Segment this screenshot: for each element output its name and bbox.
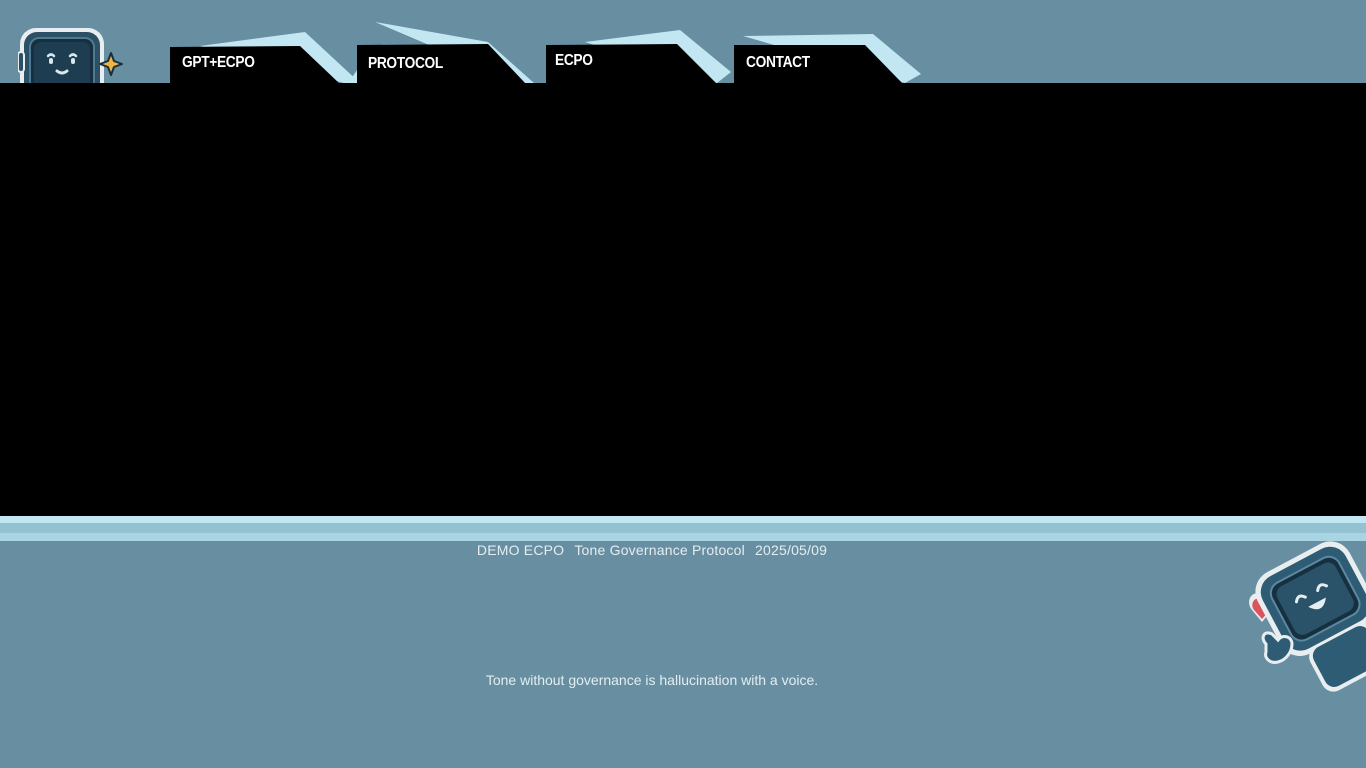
divider-band bbox=[0, 533, 1366, 541]
footer-meta: DEMO ECPO Tone Governance Protocol 2025/… bbox=[0, 542, 1304, 558]
footer-protocol-name: Tone Governance Protocol bbox=[574, 542, 745, 558]
main-nav: GPT+ECPO PROTOCOL ECPO CONTACT bbox=[0, 0, 1366, 84]
tab-gpt-ecpo[interactable]: GPT+ECPO bbox=[168, 20, 363, 84]
footer-brand: DEMO ECPO bbox=[476, 542, 565, 558]
page: GPT+ECPO PROTOCOL ECPO CONTACT DEMO ECPO… bbox=[0, 0, 1366, 768]
footer-tagline: Tone without governance is hallucination… bbox=[485, 672, 819, 688]
tab-label: ECPO bbox=[555, 52, 593, 69]
divider-band bbox=[0, 523, 1366, 533]
main-content-panel bbox=[0, 83, 1366, 516]
waving-robot-mascot-icon bbox=[1232, 526, 1366, 696]
tab-label: GPT+ECPO bbox=[182, 54, 255, 71]
tab-ecpo[interactable]: ECPO bbox=[545, 20, 735, 84]
footer-date: 2025/05/09 bbox=[755, 542, 828, 558]
divider-band bbox=[0, 516, 1366, 523]
tab-contact[interactable]: CONTACT bbox=[733, 20, 923, 84]
tab-label: PROTOCOL bbox=[368, 55, 443, 72]
tab-protocol[interactable]: PROTOCOL bbox=[348, 20, 538, 84]
tab-label: CONTACT bbox=[746, 54, 810, 71]
